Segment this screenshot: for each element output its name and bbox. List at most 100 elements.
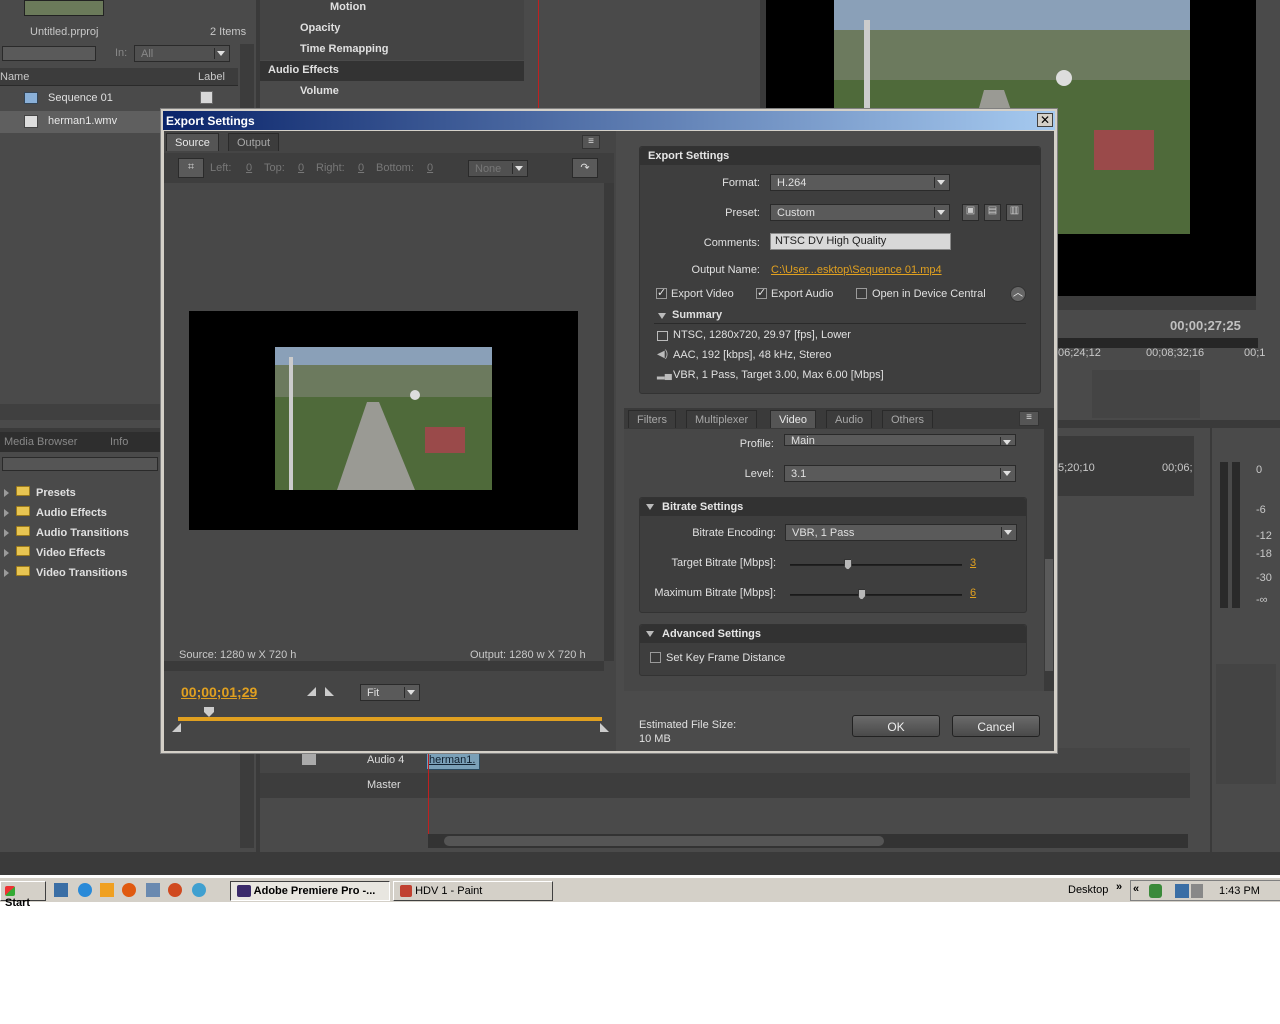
set-out-point-icon[interactable] — [325, 687, 335, 700]
target-bitrate-slider[interactable] — [790, 559, 962, 570]
set-in-point-icon[interactable] — [307, 687, 317, 700]
firefox-icon[interactable] — [168, 883, 182, 897]
preview-timecode[interactable]: 00;00;01;29 — [181, 684, 257, 700]
crop-aspect-dropdown[interactable]: None — [468, 160, 528, 177]
crop-icon[interactable]: ⌗ — [178, 158, 204, 178]
max-bitrate-value[interactable]: 6 — [970, 587, 976, 599]
share-icon[interactable]: ↷ — [572, 158, 598, 178]
tools-panel[interactable] — [1216, 664, 1276, 784]
video-settings-scrollbar[interactable] — [1044, 429, 1054, 691]
level-dropdown[interactable]: 3.1 — [784, 465, 1016, 482]
output-name-link[interactable]: C:\User...esktop\Sequence 01.mp4 — [771, 264, 942, 276]
speaker-icon[interactable] — [302, 753, 316, 765]
out-point-marker[interactable] — [600, 723, 610, 736]
task-premiere[interactable]: Adobe Premiere Pro -... — [230, 881, 390, 901]
effect-row-volume[interactable]: Volume — [300, 85, 339, 97]
effect-row-opacity[interactable]: Opacity — [300, 22, 340, 34]
max-bitrate-thumb[interactable] — [857, 589, 866, 600]
settings-menu-icon[interactable]: ≡ — [1019, 411, 1039, 426]
col-label[interactable]: Label — [198, 71, 225, 83]
tray-expand-icon[interactable]: « — [1133, 883, 1139, 895]
bitrate-encoding-dropdown[interactable]: VBR, 1 Pass — [785, 524, 1017, 541]
timeline-scroll-thumb[interactable] — [444, 836, 884, 846]
target-bitrate-thumb[interactable] — [843, 559, 852, 570]
tab-video[interactable]: Video — [770, 410, 816, 428]
media-player-icon[interactable] — [100, 883, 114, 897]
clock[interactable]: 1:43 PM — [1219, 885, 1260, 897]
network-icon[interactable] — [1175, 884, 1189, 898]
track-master[interactable]: Master — [260, 773, 1190, 798]
tab-output[interactable]: Output — [228, 133, 280, 151]
close-button[interactable]: ✕ — [1037, 113, 1053, 127]
col-name[interactable]: Name — [0, 71, 29, 83]
tab-multiplexer[interactable]: Multiplexer — [686, 410, 758, 428]
preview-hscroll[interactable] — [164, 661, 604, 671]
project-search-input[interactable] — [2, 46, 96, 61]
preview-vscroll[interactable] — [604, 183, 614, 661]
effect-row-motion[interactable]: Motion — [330, 1, 366, 13]
device-central-checkbox[interactable] — [856, 288, 867, 299]
ok-button[interactable]: OK — [852, 715, 940, 737]
paint-icon — [400, 885, 412, 898]
program-transport[interactable] — [1092, 370, 1200, 418]
internet-explorer-icon[interactable] — [78, 883, 92, 897]
effect-row-time-remapping[interactable]: Time Remapping — [300, 43, 388, 55]
tab-source[interactable]: Source — [166, 133, 219, 151]
task-paint[interactable]: HDV 1 - Paint — [393, 881, 553, 901]
folder-audio-effects[interactable]: Audio Effects — [4, 504, 184, 522]
export-audio-checkbox[interactable] — [756, 286, 767, 299]
tab-audio[interactable]: Audio — [826, 410, 873, 428]
preset-dropdown[interactable]: Custom — [770, 204, 950, 221]
current-time-indicator[interactable] — [204, 707, 214, 720]
target-bitrate-value[interactable]: 3 — [970, 557, 976, 569]
panel-menu-icon[interactable]: ≡ — [582, 135, 600, 149]
work-area-bar[interactable] — [178, 717, 602, 721]
tab-others[interactable]: Others — [882, 410, 934, 428]
crop-right-value[interactable]: 0 — [358, 162, 364, 174]
quick-launch-icon[interactable] — [146, 883, 160, 897]
tab-media-browser[interactable]: Media Browser — [4, 436, 77, 448]
folder-audio-transitions[interactable]: Audio Transitions — [4, 524, 184, 542]
folder-video-effects[interactable]: Video Effects — [4, 544, 184, 562]
delete-preset-icon[interactable]: ▥ — [1006, 204, 1023, 221]
timeline-hscroll[interactable] — [428, 834, 1188, 848]
zoom-dropdown[interactable]: Fit — [360, 684, 420, 701]
search-icon[interactable] — [192, 883, 206, 897]
desktop-toolbar[interactable]: Desktop — [1068, 884, 1108, 896]
folder-presets[interactable]: Presets — [4, 484, 184, 502]
timeline-ruler[interactable]: 5;20;10 00;06; — [1058, 436, 1194, 496]
dialog-titlebar[interactable]: Export Settings ✕ — [163, 111, 1055, 130]
max-bitrate-slider[interactable] — [790, 589, 962, 600]
collapse-icon[interactable]: ︿ — [1010, 286, 1026, 302]
in-dropdown[interactable]: All — [134, 45, 230, 62]
in-point-marker[interactable] — [172, 723, 182, 736]
bitrate-settings-header[interactable]: Bitrate Settings — [640, 498, 1026, 516]
export-video-checkbox[interactable] — [656, 286, 667, 299]
firefox-icon[interactable] — [122, 883, 136, 897]
show-desktop-icon[interactable] — [54, 883, 68, 897]
keyframe-distance-checkbox[interactable] — [650, 652, 661, 663]
comments-input[interactable]: NTSC DV High Quality — [770, 233, 951, 250]
video-settings-scroll-thumb[interactable] — [1045, 559, 1053, 671]
crop-top-value[interactable]: 0 — [298, 162, 304, 174]
shield-icon[interactable] — [1149, 884, 1162, 898]
import-preset-icon[interactable]: ▤ — [984, 204, 1001, 221]
start-button[interactable]: Start — [0, 881, 46, 909]
folder-video-transitions[interactable]: Video Transitions — [4, 564, 184, 582]
speaker-icon: ◀) — [657, 349, 669, 360]
crop-left-value[interactable]: 0 — [246, 162, 252, 174]
profile-dropdown[interactable]: Main — [784, 434, 1016, 447]
list-item[interactable]: Sequence 01 — [0, 88, 238, 110]
program-timecode[interactable]: 00;00;27;25 — [1170, 318, 1241, 333]
effects-search-input[interactable] — [2, 457, 158, 471]
tab-filters[interactable]: Filters — [628, 410, 676, 428]
summary-header[interactable]: Summary — [654, 308, 1026, 324]
cancel-button[interactable]: Cancel — [952, 715, 1040, 737]
toolbar-chevron-icon[interactable]: » — [1116, 881, 1122, 893]
format-dropdown[interactable]: H.264 — [770, 174, 950, 191]
volume-icon[interactable] — [1191, 884, 1203, 898]
tab-info[interactable]: Info — [110, 436, 128, 448]
advanced-settings-header[interactable]: Advanced Settings — [640, 625, 1026, 643]
crop-bottom-value[interactable]: 0 — [427, 162, 433, 174]
save-preset-icon[interactable]: ▣ — [962, 204, 979, 221]
